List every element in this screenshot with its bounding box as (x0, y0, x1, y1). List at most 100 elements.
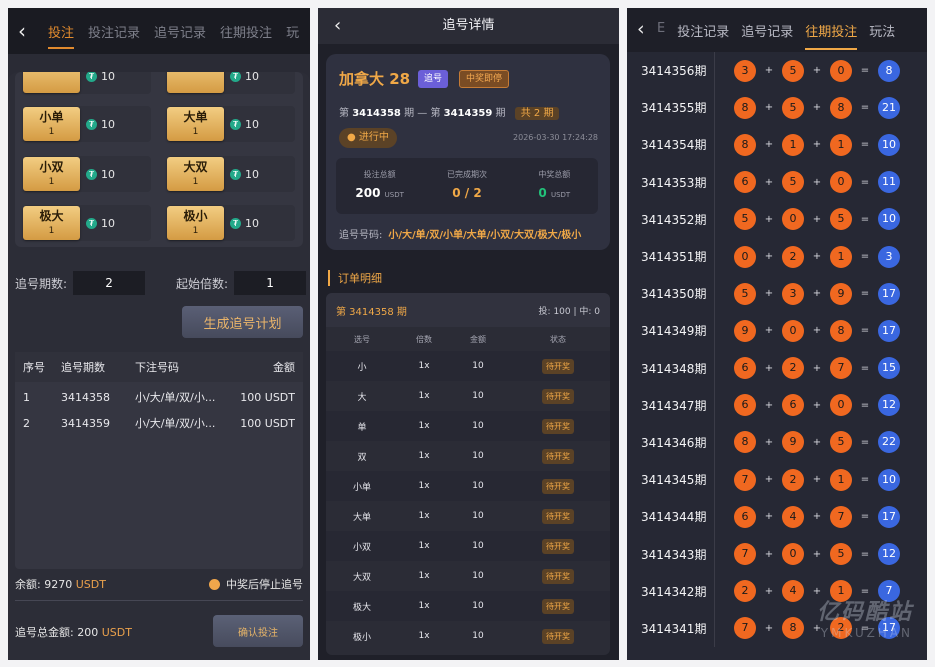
list-item: 3414345期 7 +2 +1 = 10 (627, 461, 927, 499)
draw-issue: 3414355期 (627, 89, 715, 127)
draw-ball: 8 (734, 431, 756, 454)
issue-range: 第 3414358 期 — 第 3414359 期 共 2 期 (339, 104, 560, 120)
plus-sign: + (812, 362, 822, 374)
list-item: 3414343期 7 +0 +5 = 12 (627, 535, 927, 573)
issue-to: 3414359 (443, 108, 493, 119)
draw-issue: 3414343期 (627, 535, 715, 573)
pending-badge: 待开奖 (542, 538, 574, 554)
draw-sum: 11 (878, 171, 900, 194)
tab-chase-records[interactable]: 追号记录 (741, 21, 793, 40)
plus-sign: + (764, 213, 774, 225)
tab-bet-records[interactable]: 投注记录 (677, 21, 729, 40)
equals-sign: = (860, 511, 870, 523)
confirm-bet-button[interactable]: 确认投注 (213, 615, 303, 647)
draw-balls: 5 +3 +9 = 17 (715, 282, 900, 305)
stats-box: 投注总额 200 USDT 已完成期次 0 / 2 中奖总额 0 USDT (336, 158, 598, 214)
start-multiple-input[interactable]: 1 (234, 271, 307, 295)
tab-past-draws[interactable]: 往期投注 (220, 22, 272, 41)
pending-badge: 待开奖 (542, 358, 574, 374)
bet-option-small-even[interactable]: 小双 1 ₮ 10 (23, 156, 151, 192)
equals-sign: = (860, 102, 870, 114)
table-row: 大单 1x 10 待开奖 (326, 501, 610, 531)
draw-ball: 5 (782, 171, 804, 194)
plus-sign: + (812, 102, 822, 114)
order-status-cell: 待开奖 (506, 508, 610, 524)
stop-on-win-label: 中奖后停止追号 (226, 578, 303, 591)
tab-partial[interactable]: E (657, 21, 665, 40)
list-item: 3414349期 9 +0 +8 = 17 (627, 312, 927, 350)
tab-rules[interactable]: 玩 (286, 22, 299, 41)
start-multiple-label: 起始倍数: (176, 276, 229, 291)
stop-on-win-toggle[interactable]: 中奖后停止追号 (209, 576, 303, 592)
bet-option-small-odd[interactable]: 小单 1 ₮ 10 (23, 106, 151, 142)
watermark-cn: 亿码酷站 (816, 600, 913, 625)
plus-sign: + (812, 548, 822, 560)
draw-ball: 8 (830, 319, 852, 342)
draw-ball: 4 (782, 580, 804, 603)
bet-option-extreme-big[interactable]: 极大 1 ₮ 10 (23, 205, 151, 241)
tab-chase-records[interactable]: 追号记录 (154, 22, 206, 41)
plan-col-index: 序号 (23, 361, 45, 374)
draw-issue: 3414345期 (627, 461, 715, 499)
plan-cell: 3414358 (61, 390, 110, 404)
issue-mid: 期 — 第 (404, 108, 441, 119)
tab-bet-records[interactable]: 投注记录 (88, 22, 140, 41)
order-cell: 10 (472, 631, 484, 641)
table-row: 极小 1x 10 待开奖 (326, 621, 610, 651)
game-name: 加拿大 28 (339, 70, 411, 88)
back-icon[interactable]: ‹ (637, 18, 645, 40)
draw-sum: 12 (878, 543, 900, 566)
list-item: 3414353期 6 +5 +0 = 11 (627, 163, 927, 201)
plan-cell: 100 USDT (240, 416, 295, 430)
stat-unit: USDT (384, 191, 404, 199)
draw-balls: 7 +2 +1 = 10 (715, 468, 900, 491)
generate-plan-button[interactable]: 生成追号计划 (182, 306, 303, 338)
option-label: 小单 (39, 110, 64, 124)
option-chip: 1 (167, 72, 224, 93)
balance-value: 9270 (44, 578, 73, 591)
draw-ball: 1 (782, 133, 804, 156)
stat-value: 0 USDT (511, 186, 598, 200)
option-count: 1 (192, 177, 199, 187)
order-issue-header: 第 3414358 期 投: 100 | 中: 0 (326, 293, 610, 327)
pending-badge: 待开奖 (542, 568, 574, 584)
stat-number: 0 (538, 186, 547, 200)
list-item: 3414354期 8 +1 +1 = 10 (627, 126, 927, 164)
stat-total-bet: 投注总额 200 USDT (336, 158, 423, 214)
tab-rules[interactable]: 玩法 (869, 21, 895, 40)
back-icon[interactable]: ‹ (334, 8, 341, 44)
bet-option-big-even[interactable]: 大双 1 ₮ 10 (167, 156, 295, 192)
total-unit: USDT (101, 626, 132, 639)
chase-periods-input[interactable]: 2 (73, 271, 146, 295)
draw-sum: 3 (878, 245, 900, 268)
plus-sign: + (764, 139, 774, 151)
bet-option-big-odd[interactable]: 大单 1 ₮ 10 (167, 106, 295, 142)
draw-issue: 3414350期 (627, 275, 715, 313)
draw-ball: 6 (734, 171, 756, 194)
tab-bet[interactable]: 投注 (48, 22, 75, 49)
bet-option[interactable]: 1 ₮ 10 (23, 72, 151, 94)
plus-sign: + (812, 399, 822, 411)
option-odds: 10 (101, 167, 115, 181)
draw-ball: 5 (782, 59, 804, 82)
order-cell: 10 (472, 481, 484, 491)
chase-detail-panel: ‹ 追号详情 加拿大 28 追号 中奖即停 第 3414358 期 — 第 34… (318, 8, 619, 660)
bet-option-extreme-small[interactable]: 极小 1 ₮ 10 (167, 205, 295, 241)
draw-ball: 6 (734, 394, 756, 417)
draw-issue: 3414346期 (627, 423, 715, 462)
back-icon[interactable]: ‹ (18, 19, 26, 43)
plus-sign: + (764, 362, 774, 374)
bet-option[interactable]: 1 ₮ 10 (167, 72, 295, 94)
draw-ball: 6 (782, 394, 804, 417)
draw-sum: 21 (878, 96, 900, 119)
plan-cell: 100 USDT (240, 390, 295, 404)
draw-balls: 7 +0 +5 = 12 (715, 543, 900, 566)
order-meta: 投: 100 | 中: 0 (538, 306, 600, 317)
plus-sign: + (764, 436, 774, 448)
draws-list: 3414356期 3 +5 +0 = 8 3414355期 8 +5 +8 = 21 3414354期 8… (627, 52, 927, 647)
tab-past-draws[interactable]: 往期投注 (805, 21, 858, 50)
stat-label: 已完成期次 (446, 170, 487, 179)
stat-value: 0 / 2 (423, 186, 510, 200)
issue-suffix: 期 (495, 108, 506, 119)
draw-issue: 3414341期 (627, 609, 715, 647)
